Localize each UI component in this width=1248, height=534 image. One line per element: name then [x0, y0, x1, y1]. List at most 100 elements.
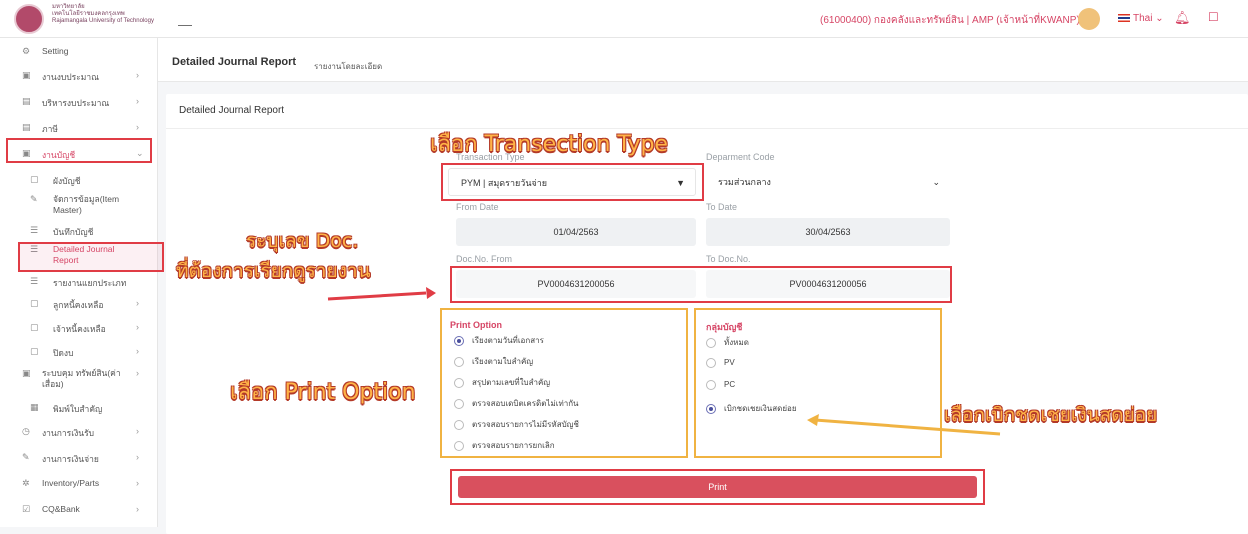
sidebar-item-label: ผังบัญชี: [53, 176, 81, 186]
chevron-right-icon: ›: [136, 298, 139, 308]
sidebar-item-label: งานการเงินจ่าย: [42, 454, 99, 464]
logo-line-1: มหาวิทยาลัย: [52, 4, 85, 10]
chevron-right-icon: ›: [136, 368, 139, 378]
annotation-transaction-type: เลือก Transection Type: [430, 132, 668, 157]
radio-icon: [454, 419, 464, 430]
account-group-radio-3[interactable]: เบิกชดเชยเงินสดย่อย: [706, 402, 797, 415]
thai-flag-icon: [1118, 14, 1130, 23]
top-bar: มหาวิทยาลัย เทคโนโลยีราชมงคลกรุงเทพ Raja…: [0, 0, 1248, 38]
box-icon: ▢: [30, 322, 39, 332]
sidebar-item-label: ระบบคุม ทรัพย์สิน(ค่าเสื่อม): [42, 368, 121, 389]
settings-icon: ⚙: [22, 46, 31, 56]
card-divider: [166, 128, 1248, 129]
chevron-right-icon: ›: [136, 322, 139, 332]
sidebar-item-label: เจ้าหนี้คงเหลือ: [53, 324, 106, 334]
language-select[interactable]: Thai ⌄: [1118, 13, 1164, 24]
radio-label: ตรวจสอบรายการไม่มีรหัสบัญชี: [472, 420, 579, 429]
doc-to-label: To Doc.No.: [706, 254, 751, 264]
to-date-input[interactable]: 30/04/2563: [706, 218, 950, 246]
sidebar-item-label: รายงานแยกประเภท: [53, 278, 127, 288]
stack-icon: ▤: [22, 96, 31, 106]
print-option-radio-2[interactable]: สรุปตามเลขที่ใบสำคัญ: [454, 376, 550, 389]
sidebar-item-label: บริหารงบประมาณ: [42, 98, 110, 108]
stack-icon: ▤: [22, 122, 31, 132]
account-group-radio-2[interactable]: PC: [706, 380, 735, 390]
report-card: Detailed Journal Report Transaction Type…: [166, 94, 1248, 534]
avatar[interactable]: [1078, 8, 1100, 30]
from-date-input[interactable]: 01/04/2563: [456, 218, 696, 246]
chevron-right-icon: ›: [136, 346, 139, 356]
sidebar-item-label: ปิดงบ: [53, 348, 74, 358]
edit-icon: ✎: [22, 452, 30, 462]
sidebar: ⚙ Setting ▣ งานงบประมาณ › ▤ บริหารงบประมาณ › …: [0, 38, 164, 527]
print-option-radio-0[interactable]: เรียงตามวันที่เอกสาร: [454, 334, 544, 347]
language-label: Thai: [1133, 13, 1153, 24]
user-info[interactable]: (61000400) กองคลังและทรัพย์สิน | AMP (เจ…: [820, 13, 1080, 28]
to-date-label: To Date: [706, 202, 738, 212]
list-icon: ☰: [30, 276, 39, 286]
department-label: Deparment Code: [706, 152, 775, 162]
radio-label: เรียงตามวันที่เอกสาร: [472, 336, 544, 345]
account-group-radio-0[interactable]: ทั้งหมด: [706, 336, 749, 349]
box-icon: ▢: [30, 298, 39, 308]
annotation-doc-line1: ระบุเลข Doc.: [246, 230, 359, 252]
chevron-right-icon: ›: [136, 504, 139, 514]
highlight-detailed-journal-report: [18, 242, 164, 272]
print-option-title: Print Option: [450, 320, 502, 330]
tools-icon: ✲: [22, 478, 30, 488]
sidebar-item-label: Inventory/Parts: [42, 478, 100, 488]
chevron-right-icon: ›: [136, 478, 139, 488]
print-option-radio-4[interactable]: ตรวจสอบรายการไม่มีรหัสบัญชี: [454, 418, 579, 431]
checkbox-icon: ☑: [22, 504, 31, 514]
sidebar-item-label: พิมพ์ใบสำคัญ: [53, 404, 103, 414]
annotation-print-option: เลือก Print Option: [230, 380, 416, 405]
edit-icon: ✎: [30, 194, 38, 204]
radio-label: ตรวจสอบเดบิตเครดิตไม่เท่ากัน: [472, 399, 579, 408]
card-title: Detailed Journal Report: [179, 105, 285, 116]
account-group-title: กลุ่มบัญชี: [706, 322, 743, 332]
radio-label: เบิกชดเชยเงินสดย่อย: [724, 404, 797, 413]
university-name: มหาวิทยาลัย เทคโนโลยีราชมงคลกรุงเทพ Raja…: [52, 4, 172, 25]
sidebar-item-label: CQ&Bank: [42, 504, 80, 514]
message-icon[interactable]: ☐: [1208, 10, 1219, 24]
radio-icon: [706, 358, 716, 368]
grid-icon: ▦: [30, 402, 39, 412]
folder-icon: ▣: [22, 368, 31, 378]
print-option-radio-1[interactable]: เรียงตามใบสำคัญ: [454, 355, 533, 368]
chevron-right-icon: ›: [136, 122, 139, 132]
radio-icon: [454, 398, 464, 409]
box-icon: ▢: [30, 346, 39, 356]
from-date-value: 01/04/2563: [553, 227, 599, 237]
radio-selected-icon: [454, 335, 464, 346]
logo-line-2: เทคโนโลยีราชมงคลกรุงเทพ: [52, 11, 125, 17]
university-logo[interactable]: [14, 4, 44, 34]
radio-icon: [454, 377, 464, 388]
department-value: รวมส่วนกลาง: [718, 177, 771, 187]
chevron-right-icon: ›: [136, 96, 139, 106]
chevron-down-icon: ⌄: [932, 177, 940, 187]
page-title: Detailed Journal Report: [172, 56, 297, 68]
sidebar-item-label: งานการเงินรับ: [42, 428, 95, 438]
chevron-right-icon: ›: [136, 70, 139, 80]
highlight-transaction-type: [441, 163, 704, 201]
radio-icon: [454, 356, 464, 367]
annotation-doc-line2: ที่ต้องการเรียกดูรายงาน: [176, 260, 371, 282]
print-option-radio-5[interactable]: ตรวจสอบรายการยกเลิก: [454, 439, 555, 452]
page-header: Detailed Journal Report รายงานโดยละเอียด: [158, 38, 1248, 82]
list-icon: ☰: [30, 225, 39, 235]
radio-icon: [706, 337, 716, 348]
menu-toggle-icon[interactable]: —: [178, 16, 192, 32]
print-option-radio-3[interactable]: ตรวจสอบเดบิตเครดิตไม่เท่ากัน: [454, 397, 579, 410]
highlight-accounting: [6, 138, 152, 163]
from-date-label: From Date: [456, 202, 499, 212]
chevron-right-icon: ›: [136, 426, 139, 436]
sidebar-item-label: ภาษี: [42, 124, 58, 134]
arrow-right-icon: [327, 287, 436, 301]
account-group-radio-1[interactable]: PV: [706, 358, 735, 368]
department-select[interactable]: รวมส่วนกลาง ⌄: [706, 168, 950, 196]
sidebar-item-label: จัดการข้อมูล(Item Master): [53, 194, 120, 215]
document-icon: ▢: [30, 174, 39, 184]
radio-label: ตรวจสอบรายการยกเลิก: [472, 441, 555, 450]
bell-icon[interactable]: 🔔︎: [1174, 10, 1191, 26]
radio-label: PV: [724, 358, 735, 368]
